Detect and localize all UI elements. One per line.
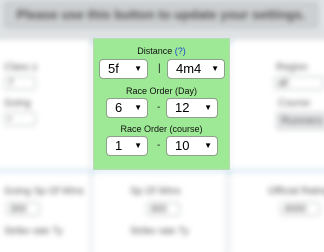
distance-label: Distance — [137, 46, 173, 56]
race-order-course-max-value: 10 — [175, 138, 190, 153]
distance-min-value: 5f — [108, 61, 119, 76]
race-order-course-label: Race Order (course) — [120, 124, 203, 134]
rating-label: Official Rating — [268, 186, 324, 197]
chevron-down-icon: ▼ — [134, 64, 142, 73]
bottom-column-left: Going Sp Of Wins 300 Strike rate Ty — [0, 172, 91, 252]
left-sp-select-value: 300 — [10, 204, 27, 215]
left-sp-select[interactable]: 300 — [6, 202, 40, 216]
race-order-course-max-select[interactable]: 10 ▼ — [166, 136, 218, 156]
mid-sp-select-value: 300 — [150, 204, 167, 215]
race-order-day-max-select[interactable]: 12 ▼ — [166, 98, 218, 118]
race-order-course-min-select[interactable]: 1 ▼ — [106, 136, 148, 156]
top-bar: Please use this button to update your se… — [0, 0, 324, 40]
left-strike-label: Strike rate Ty — [4, 226, 63, 237]
chevron-down-icon: ▼ — [204, 103, 212, 112]
mid-sp-select[interactable]: 300 — [146, 202, 180, 216]
course-label: Course — [278, 98, 311, 109]
filter-column-right: Region all Course Runners — [232, 40, 324, 168]
chevron-down-icon: ▼ — [134, 141, 142, 150]
going-select[interactable]: • — [4, 112, 36, 126]
rating-select-value: 4000 — [284, 204, 307, 215]
mid-sp-label: Sp Of Wins — [130, 186, 181, 197]
filter-column-left: Class ≥ 7 Going • — [0, 40, 91, 168]
left-sp-label: Going Sp Of Wins — [4, 186, 85, 197]
bottom-column-middle: Sp Of Wins 300 Strike rate Ty — [94, 172, 227, 252]
class-select[interactable]: 7 — [4, 76, 36, 90]
region-select[interactable]: all — [274, 76, 324, 90]
distance-separator: | — [158, 63, 161, 74]
class-label: Class ≥ — [4, 62, 38, 73]
distance-min-select[interactable]: 5f ▼ — [99, 59, 148, 79]
region-label: Region — [276, 62, 308, 73]
distance-max-value: 4m4 — [176, 61, 202, 76]
distance-max-select[interactable]: 4m4 ▼ — [167, 59, 225, 79]
race-order-day-min-select[interactable]: 6 ▼ — [106, 98, 148, 118]
race-order-course-separator: - — [157, 140, 161, 151]
race-filter-panel: Distance (?) 5f ▼ | 4m4 ▼ Race Order (Da… — [93, 38, 230, 170]
rating-select[interactable]: 4000 — [280, 202, 320, 216]
class-select-value: 7 — [8, 78, 14, 89]
chevron-down-icon: ▼ — [211, 64, 219, 73]
bottom-column-right: Official Rating 4000 — [232, 172, 324, 252]
runners-select-value: Runners — [281, 115, 323, 127]
update-settings-button[interactable]: Please use this button to update your se… — [4, 2, 318, 28]
race-order-day-separator: - — [157, 102, 161, 113]
runners-select[interactable]: Runners — [276, 112, 324, 130]
going-label: Going — [4, 98, 31, 109]
mid-strike-label: Strike rate Ty — [130, 226, 189, 237]
race-order-day-min-value: 6 — [115, 100, 123, 115]
distance-help-link[interactable]: (?) — [175, 46, 186, 56]
race-order-course-min-value: 1 — [115, 138, 123, 153]
region-select-value: all — [278, 78, 289, 89]
going-select-value: • — [8, 114, 12, 125]
race-order-day-max-value: 12 — [175, 100, 190, 115]
race-order-day-label: Race Order (Day) — [125, 86, 197, 96]
chevron-down-icon: ▼ — [134, 103, 142, 112]
settings-screen: Please use this button to update your se… — [0, 0, 324, 252]
chevron-down-icon: ▼ — [204, 141, 212, 150]
distance-label-row: Distance (?) — [94, 46, 229, 56]
